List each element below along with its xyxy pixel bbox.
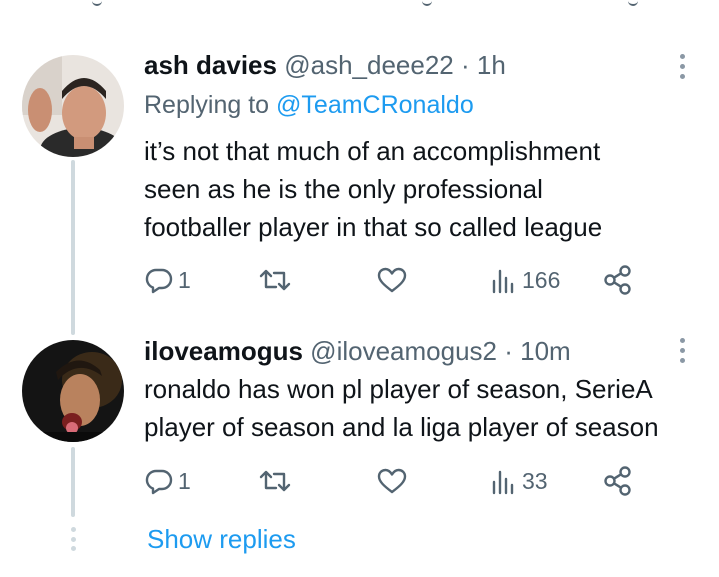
- views-button[interactable]: 166: [490, 262, 560, 298]
- tweet-text-line: ronaldo has won pl player of season, Ser…: [144, 374, 653, 404]
- reply-count: 1: [178, 467, 191, 494]
- show-replies-link[interactable]: Show replies: [147, 522, 296, 556]
- replying-prefix: Replying to: [144, 91, 270, 119]
- like-button[interactable]: [376, 262, 408, 298]
- more-icon[interactable]: [672, 332, 692, 368]
- retweet-button[interactable]: [258, 463, 292, 499]
- replying-to: Replying to @TeamCRonaldo: [144, 90, 474, 120]
- previous-tweet-fragment: [0, 0, 719, 30]
- share-icon: [604, 265, 631, 295]
- previous-tweet-glyph: [628, 0, 638, 6]
- tweet-header: ash davies @ash_deee22 · 1h: [144, 50, 506, 80]
- timestamp[interactable]: 10m: [520, 336, 571, 366]
- tweet-actions: 1 166: [144, 262, 644, 298]
- like-icon: [377, 468, 407, 494]
- reply-icon: [145, 469, 173, 495]
- tweet-text-line: player of season and la liga player of s…: [144, 412, 659, 442]
- views-icon: [492, 470, 514, 495]
- share-button[interactable]: [602, 262, 634, 298]
- avatar-image: [22, 340, 124, 442]
- separator: ·: [461, 50, 470, 80]
- user-handle[interactable]: @iloveamogus2: [310, 336, 497, 366]
- tweet-header: iloveamogus @iloveamogus2 · 10m: [144, 336, 571, 366]
- like-icon: [377, 267, 407, 293]
- share-icon: [604, 466, 631, 496]
- views-icon: [492, 269, 514, 294]
- thread-line: [71, 160, 75, 335]
- tweet-text-line: footballer player in that so called leag…: [144, 212, 603, 242]
- share-button[interactable]: [602, 463, 634, 499]
- thread-continuation-dots: [67, 527, 79, 551]
- tweet-text-line: it’s not that much of an accomplishment: [144, 136, 601, 166]
- user-handle[interactable]: @ash_deee22: [284, 50, 454, 80]
- reply-button[interactable]: 1: [144, 262, 191, 298]
- retweet-button[interactable]: [258, 262, 292, 298]
- retweet-icon: [259, 269, 291, 291]
- timestamp[interactable]: 1h: [477, 50, 506, 80]
- tweet-actions: 1 33: [144, 463, 644, 499]
- display-name[interactable]: ash davies: [144, 50, 277, 80]
- avatar[interactable]: [22, 55, 124, 157]
- views-button[interactable]: 33: [490, 463, 548, 499]
- previous-tweet-glyph: [92, 0, 102, 6]
- replying-to-link[interactable]: @TeamCRonaldo: [276, 91, 474, 119]
- retweet-icon: [259, 470, 291, 492]
- like-button[interactable]: [376, 463, 408, 499]
- separator: ·: [504, 336, 513, 366]
- thread-line: [71, 447, 75, 517]
- display-name[interactable]: iloveamogus: [144, 336, 303, 366]
- reply-icon: [145, 268, 173, 294]
- avatar[interactable]: [22, 340, 124, 442]
- tweet-text: ronaldo has won pl player of season, Ser…: [144, 370, 704, 446]
- tweet-text-line: seen as he is the only professional: [144, 174, 543, 204]
- reply-count: 1: [178, 266, 191, 293]
- reply-button[interactable]: 1: [144, 463, 191, 499]
- avatar-image: [22, 55, 124, 157]
- views-count: 33: [522, 467, 548, 494]
- views-count: 166: [522, 266, 561, 293]
- previous-tweet-glyph: [422, 0, 432, 6]
- tweet-text: it’s not that much of an accomplishment …: [144, 132, 704, 246]
- more-icon[interactable]: [672, 48, 692, 84]
